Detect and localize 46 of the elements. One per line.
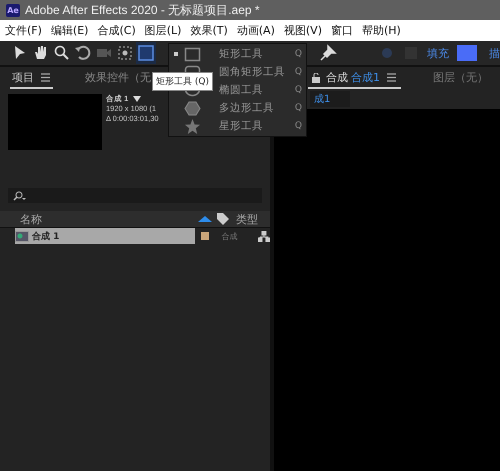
row-type: 合成 (221, 230, 238, 242)
composition-icon (15, 230, 29, 242)
menu-item[interactable]: 窗口 (330, 23, 353, 38)
menu-item[interactable]: 效果(T) (190, 23, 228, 38)
lock-icon[interactable] (312, 72, 320, 82)
label-tag-icon[interactable] (216, 212, 230, 226)
panel-tab[interactable]: 项目 (10, 70, 53, 89)
composition-breadcrumb[interactable]: 成1 (310, 91, 350, 107)
anchor-point-icon (116, 44, 134, 62)
sort-icon[interactable] (198, 216, 212, 222)
row-name: 合成 1 (32, 230, 60, 242)
menu-item[interactable]: 动画(A) (236, 23, 275, 38)
window-title: Adobe After Effects 2020 - 无标题项目.aep * (25, 2, 260, 18)
tooltip: 矩形工具 (Q) (152, 72, 213, 91)
menu-item[interactable]: 图层(L) (144, 23, 182, 38)
menu-icon[interactable] (40, 72, 51, 83)
search-field[interactable] (8, 188, 262, 203)
menu-item[interactable]: 合成(C) (97, 23, 136, 38)
hexagon-icon (184, 100, 201, 116)
rectangle-icon (137, 44, 155, 62)
menu-item[interactable]: 文件(F) (5, 23, 42, 38)
dropdown-caret-icon[interactable] (133, 96, 142, 102)
menu-item[interactable]: 视图(V) (284, 23, 322, 38)
column-header[interactable]: 类型 (236, 212, 270, 226)
stroke-label: 描 (489, 46, 500, 60)
fill-label: 填充 (427, 46, 449, 60)
rotate-icon (74, 44, 92, 62)
flowchart-icon[interactable] (258, 230, 270, 242)
panel-tab[interactable]: 合成 合成1 (308, 70, 401, 89)
menu-item[interactable]: 多边形工具 Q (169, 99, 306, 117)
panel-tab[interactable]: 图层（无） (429, 70, 492, 89)
pin-icon[interactable] (319, 44, 337, 62)
menu-icon[interactable] (386, 72, 397, 83)
rectangle-icon (184, 46, 201, 62)
search-icon (12, 190, 26, 200)
menu-item[interactable]: 矩形工具 Q (169, 45, 306, 63)
search-icon (53, 44, 71, 62)
app-logo: Ae (6, 4, 20, 16)
menu-item[interactable]: 星形工具 Q (169, 117, 306, 135)
menu-item[interactable]: 帮助(H) (362, 23, 401, 38)
column-header[interactable]: 名称 (20, 212, 198, 226)
panel-tab[interactable]: 效果控件（无 (83, 70, 153, 89)
star-icon (184, 118, 201, 134)
selected-bullet-icon (174, 52, 178, 56)
fill-color-swatch[interactable] (457, 45, 477, 61)
menu-item[interactable]: 编辑(E) (50, 23, 88, 38)
